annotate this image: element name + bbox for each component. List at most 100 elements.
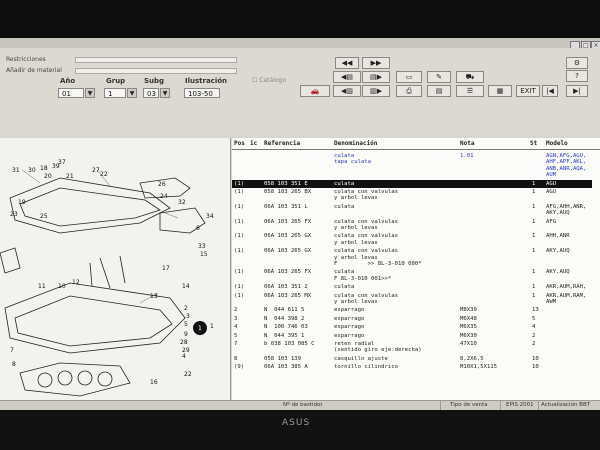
callout-number[interactable]: 7 — [10, 347, 14, 354]
monitor-bezel — [0, 410, 600, 450]
table-icon[interactable]: ▦ — [488, 85, 512, 97]
ano-field[interactable]: 01 — [58, 88, 84, 98]
grup-field[interactable]: 1 — [104, 88, 126, 98]
col-pos-header: Pos — [234, 140, 245, 147]
callout-number[interactable]: 22 — [184, 371, 192, 378]
callout-number[interactable]: 37 — [58, 159, 66, 166]
callout-number[interactable]: 23 — [10, 211, 18, 218]
callout-number[interactable]: 15 — [200, 251, 208, 258]
list-icon[interactable]: ☰ — [456, 85, 484, 97]
ano-dropdown-icon[interactable]: ▼ — [85, 88, 95, 98]
table-row[interactable]: 8 058 103 139 casquillo ajuste 8,2X6,5 10 — [232, 355, 592, 363]
subg-dropdown-icon[interactable]: ▼ — [160, 88, 170, 98]
nav-back-button[interactable]: ◀▥ — [333, 85, 361, 97]
cell-pos: (1) — [234, 284, 245, 291]
callout-number[interactable]: 4 — [182, 353, 186, 360]
callout-number[interactable]: 2 — [184, 305, 188, 312]
cell-ref: 058 103 265 BX — [264, 189, 312, 195]
table-row[interactable]: (1) 06A 103 265 GX culata con valvulas y ar… — [232, 247, 592, 268]
table-row[interactable]: (1) 06A 103 265 FX culata F 8L-3-010 001>>*… — [232, 268, 592, 283]
settings-icon[interactable]: ⚙ — [566, 57, 588, 69]
help-button[interactable]: ? — [566, 70, 588, 82]
table-row[interactable]: (9) 06A 103 385 A tornillo cilindrico M10X1… — [232, 363, 592, 371]
car-icon[interactable]: 🚗 — [300, 85, 330, 97]
table-row[interactable]: 3 N 044 398 2 esparrago M6X48 5 — [232, 315, 592, 323]
callout-number[interactable]: 33 — [198, 243, 206, 250]
callout-number[interactable]: 19 — [18, 199, 26, 206]
cell-model: AUM — [546, 172, 557, 179]
cell-den: tapa culata — [334, 159, 372, 166]
subg-field[interactable]: 03 — [143, 88, 159, 98]
table-row[interactable]: 4 N 100 746 03 esparrago M6X35 4 — [232, 323, 592, 331]
table-row[interactable]: (1) 06A 103 351 2 culata 1 AKR,AUM,RAH, — [232, 283, 592, 291]
nav-next-page-button[interactable]: ▤▶ — [362, 71, 390, 83]
last-record-icon[interactable]: ▶| — [566, 85, 588, 97]
callout-number[interactable]: 6 — [196, 225, 200, 232]
edit-icon[interactable]: ✎ — [427, 71, 451, 83]
callout-number[interactable]: 28 — [180, 339, 188, 346]
cell-pos: (1) — [234, 233, 245, 240]
print-icon[interactable]: ⎙ — [396, 85, 422, 97]
grup-dropdown-icon[interactable]: ▼ — [127, 88, 137, 98]
table-row[interactable]: 5 N 044 395 1 esparrago M6X30 2 — [232, 332, 592, 340]
cell-st: 1 — [532, 189, 536, 195]
ilustracion-field[interactable]: 103-50 — [184, 88, 220, 98]
callout-number[interactable]: 10 — [58, 283, 66, 290]
callout-number[interactable]: 1 — [210, 323, 214, 330]
table-row[interactable]: 7 b 038 103 085 C reten radial (sentido gir… — [232, 340, 592, 355]
col-st-header: St — [530, 140, 538, 147]
callout-number[interactable]: 20 — [44, 173, 52, 180]
callout-number[interactable]: 3 — [186, 313, 190, 320]
cell-ref: 06A 103 351 L — [264, 203, 308, 210]
nav-next-button[interactable]: ▶▶ — [362, 57, 390, 69]
clipboard-icon[interactable]: ▤ — [427, 85, 451, 97]
restricciones-field[interactable] — [75, 57, 237, 63]
callout-number[interactable]: 25 — [40, 213, 48, 220]
callout-number[interactable]: 22 — [100, 171, 108, 178]
cell-model: AGN,AFG,AGU, — [546, 153, 587, 159]
first-record-icon[interactable]: |◀ — [542, 85, 558, 97]
table-row[interactable]: (1) 058 103 351 E culata 1 AGU — [232, 179, 592, 188]
nav-forward-button[interactable]: ▥▶ — [362, 85, 390, 97]
callout-number[interactable]: 8 — [12, 361, 16, 368]
nav-first-button[interactable]: ◀◀ — [335, 57, 359, 69]
callout-number[interactable]: 34 — [206, 213, 214, 220]
catalogo-checkbox[interactable]: ☐ Catálogo — [252, 77, 286, 84]
cell-ref: 058 103 351 E — [264, 180, 308, 187]
callout-number[interactable]: 17 — [162, 265, 170, 272]
table-row[interactable]: (1) 06A 103 265 GX culata con valvulas y ar… — [232, 232, 592, 247]
callout-number[interactable]: 14 — [182, 283, 190, 290]
callout-number[interactable]: 26 — [158, 181, 166, 188]
cell-nota: M6X48 — [460, 315, 477, 322]
callout-number[interactable]: 32 — [178, 199, 186, 206]
cell-model: AHF,APF,AKL, — [546, 159, 587, 166]
table-row[interactable]: 2 N 044 611 5 esparrago M8X30 13 — [232, 306, 592, 314]
callout-number[interactable]: 27 — [92, 167, 100, 174]
table-row[interactable]: culata tapa culata 1.01 AGN,AFG,AGU, AHF,APF… — [232, 152, 592, 180]
table-row[interactable]: (1) 058 103 265 BX culata con valvulas y ar… — [232, 188, 592, 203]
table-row[interactable]: (1) 06A 103 265 FX culata con valvulas y ar… — [232, 218, 592, 233]
callout-number[interactable]: 18 — [40, 165, 48, 172]
anadir-field[interactable] — [75, 68, 237, 74]
callout-number[interactable]: 16 — [150, 379, 158, 386]
callout-number[interactable]: 13 — [150, 293, 158, 300]
table-row[interactable]: (1) 06A 103 265 MX culata con valvulas y ar… — [232, 292, 592, 307]
callout-number[interactable]: 31 — [12, 167, 20, 174]
exit-button[interactable]: EXIT — [516, 85, 540, 97]
cell-den: culata con valvulas — [334, 189, 398, 195]
callout-number[interactable]: 9 — [184, 331, 188, 338]
cell-pos: 2 — [234, 307, 238, 314]
screen-icon[interactable]: ▭ — [396, 71, 422, 83]
vehicle-icon[interactable]: ⛟ — [456, 71, 484, 83]
cell-den: culata con valvulas — [334, 248, 398, 255]
subg-header: Subg — [144, 77, 165, 85]
callout-number[interactable]: 30 — [28, 167, 36, 174]
callout-number[interactable]: 12 — [72, 279, 80, 286]
callout-number[interactable]: 24 — [160, 193, 168, 200]
nav-prev-page-button[interactable]: ◀▤ — [333, 71, 361, 83]
callout-number[interactable]: 11 — [38, 283, 46, 290]
callout-number[interactable]: 21 — [66, 173, 74, 180]
table-row[interactable]: (1) 06A 103 351 L culata 1 AFG,AHH,ANR, AKY,A… — [232, 203, 592, 218]
callout-number[interactable]: 5 — [184, 321, 188, 328]
help-label: ? — [575, 72, 579, 80]
